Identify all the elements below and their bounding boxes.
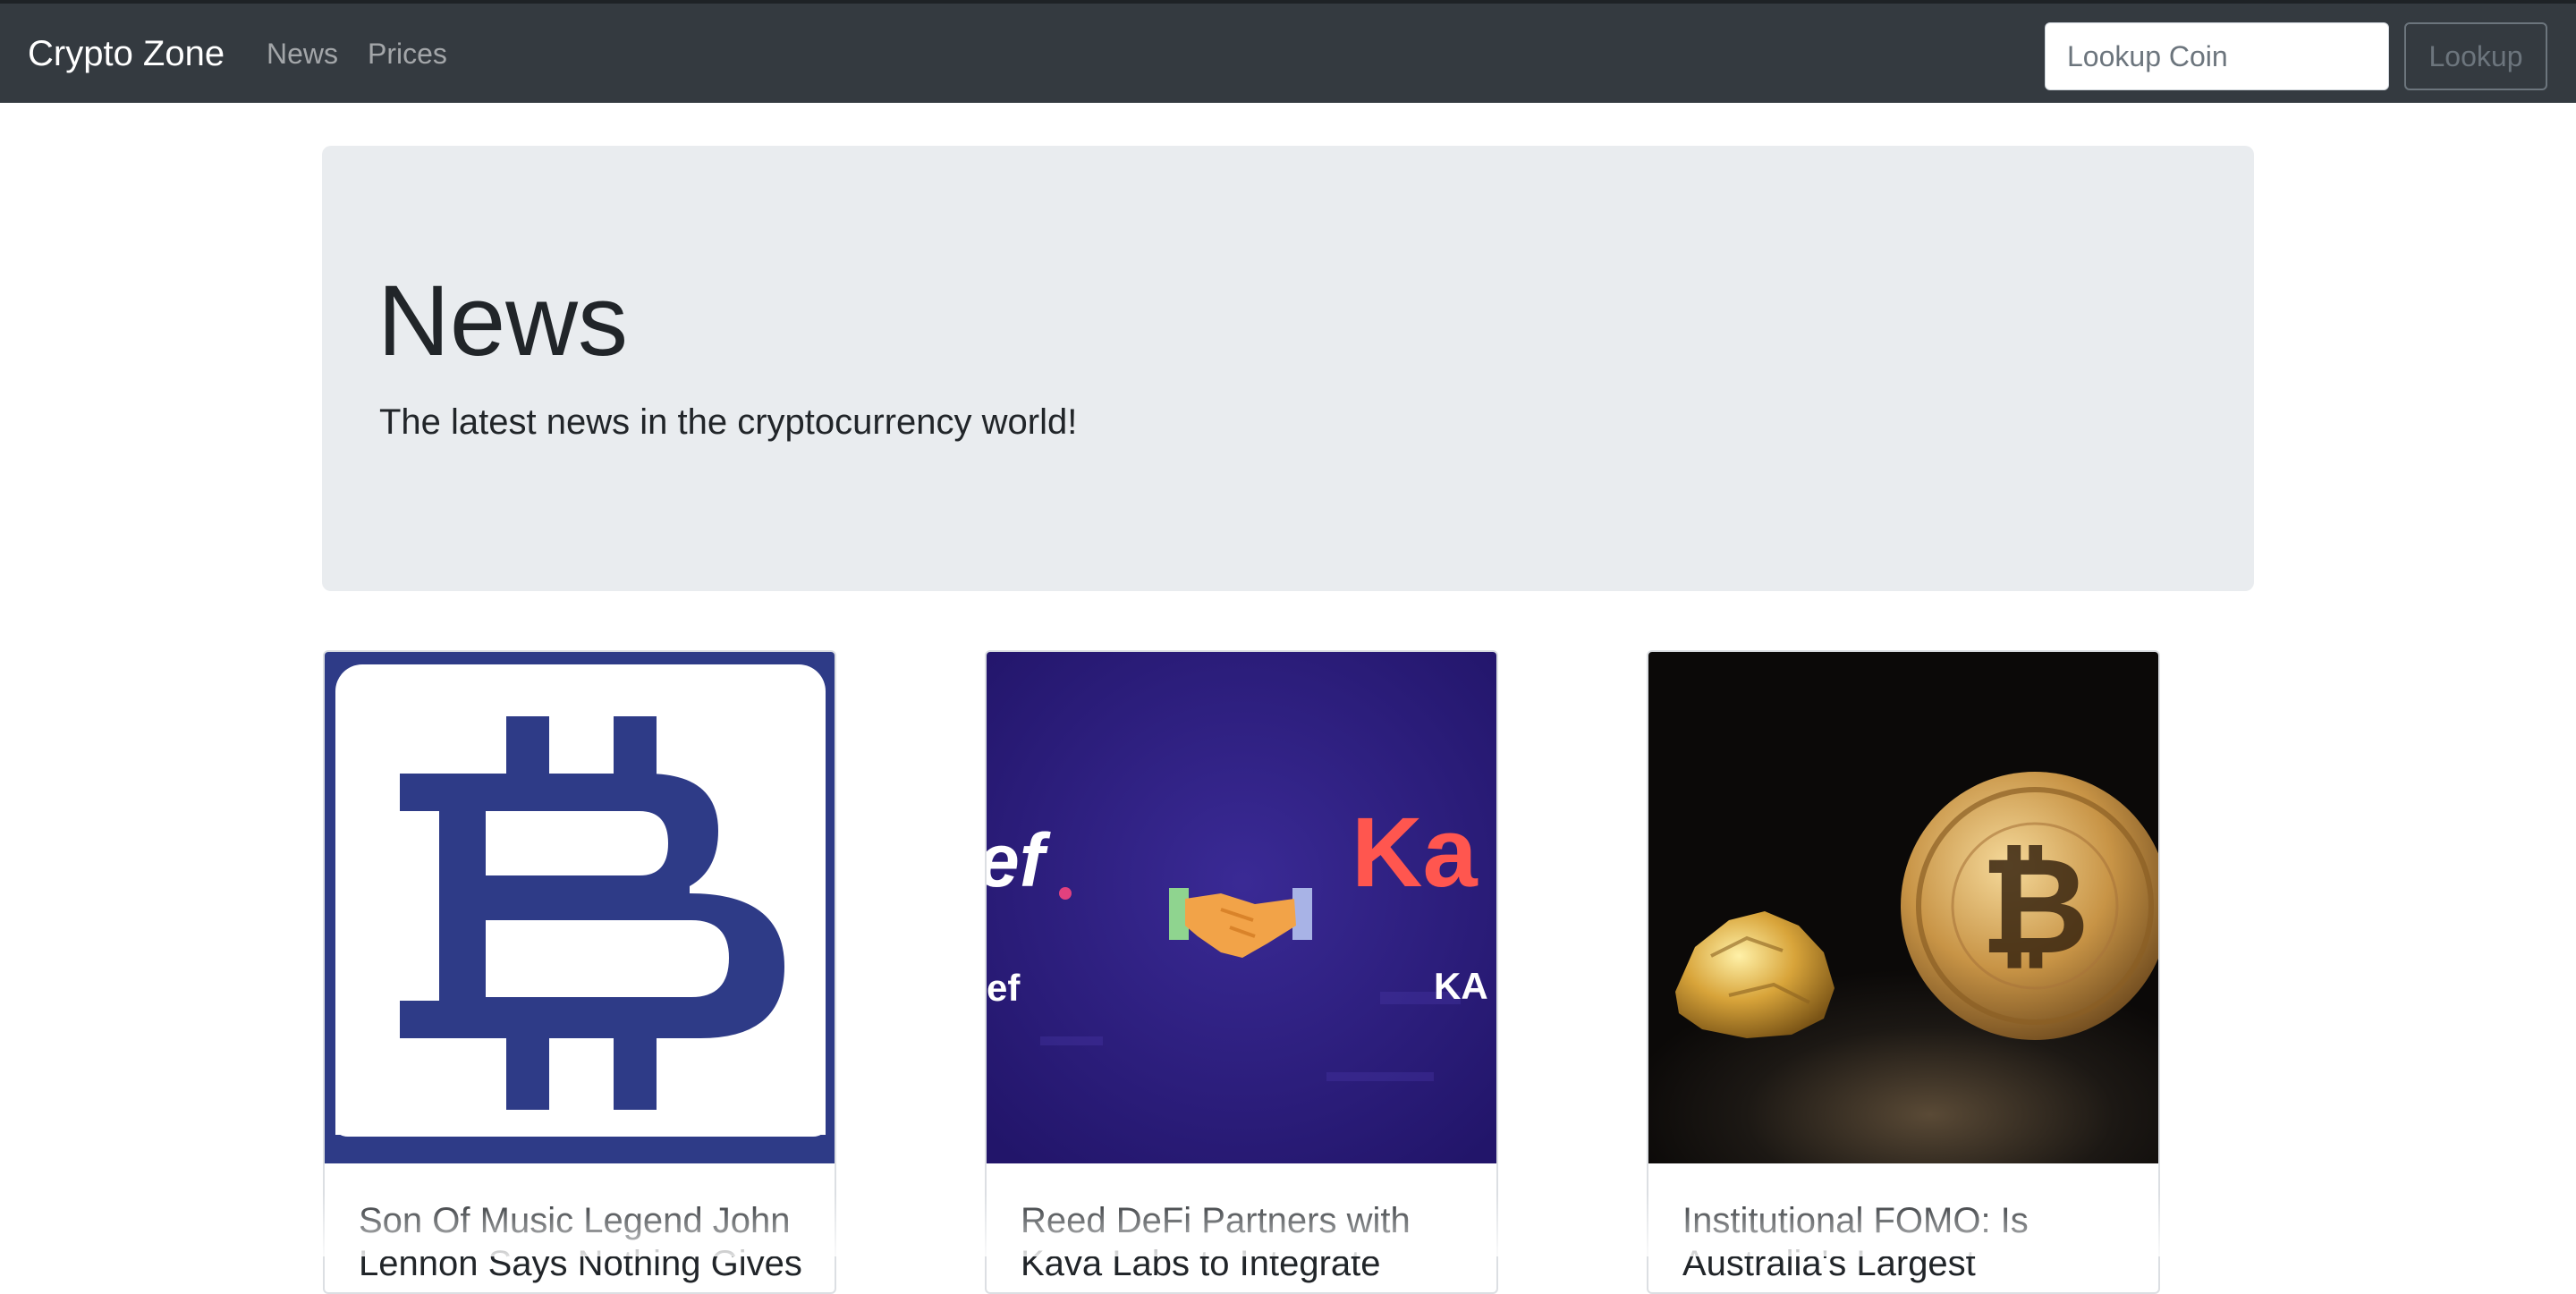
news-card[interactable]: ef ef Ka KA Reed DeFi Partners with Kava… (985, 650, 1498, 1294)
bitcoin-logo-icon (325, 652, 835, 1163)
reef-logo-text: ef (987, 818, 1051, 902)
lookup-button[interactable]: Lookup (2404, 22, 2547, 90)
kava-logo-text: Ka (1352, 798, 1478, 908)
bitcoin-symbol: ₿ (1980, 829, 2089, 985)
news-card[interactable]: ₿ Institutional FOMO: Is Australia's Lar… (1647, 650, 2160, 1294)
nav-link-news[interactable]: News (267, 36, 338, 72)
news-card-title[interactable]: Institutional FOMO: Is Australia's Large… (1682, 1199, 2130, 1285)
news-hero: News The latest news in the cryptocurren… (322, 146, 2254, 591)
news-card-title[interactable]: Son Of Music Legend John Lennon Says Not… (359, 1199, 806, 1285)
news-card-image[interactable] (325, 652, 835, 1163)
coin-lookup-input[interactable] (2045, 22, 2389, 90)
news-card-image[interactable]: ₿ (1648, 652, 2158, 1163)
page-subtitle: The latest news in the cryptocurrency wo… (379, 402, 1078, 442)
news-card-image[interactable]: ef ef Ka KA (987, 652, 1496, 1163)
page-title: News (377, 265, 629, 376)
handshake-icon: ef ef Ka KA (987, 652, 1496, 1163)
reef-small-text: ef (987, 967, 1021, 1009)
nav-link-prices[interactable]: Prices (368, 36, 447, 72)
kava-small-text: KA (1434, 965, 1488, 1007)
news-card[interactable]: Son Of Music Legend John Lennon Says Not… (323, 650, 836, 1294)
top-navbar: Crypto Zone News Prices Lookup (0, 0, 2576, 103)
gold-bitcoin-icon: ₿ (1648, 652, 2158, 1163)
brand-link[interactable]: Crypto Zone (28, 32, 225, 75)
news-card-title[interactable]: Reed DeFi Partners with Kava Labs to Int… (1021, 1199, 1468, 1285)
